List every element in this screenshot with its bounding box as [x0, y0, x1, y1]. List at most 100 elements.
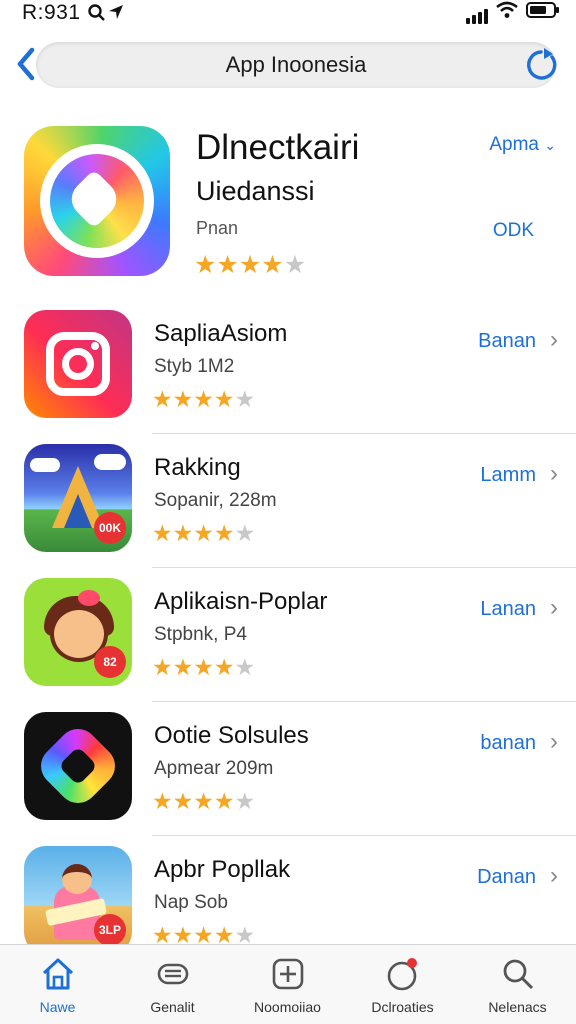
star-filled-icon: ★ [172, 788, 194, 814]
star-filled-icon: ★ [152, 788, 173, 814]
tab-games[interactable]: Genalit [115, 945, 230, 1024]
chevron-left-icon [17, 47, 35, 81]
app-rating: ★★★★★ [152, 788, 255, 815]
home-icon [42, 958, 74, 990]
app-rating: ★★★★★ [152, 654, 255, 681]
app-meta: Sopanir, 228m [154, 490, 277, 511]
list-item[interactable]: 82 Aplikaisn-Poplar Stpbnk, P4 ★★★★★ Lan… [0, 568, 576, 702]
app-badge: 82 [94, 646, 126, 678]
app-badge: 00K [94, 512, 126, 544]
title-bar: App Inoonesia [36, 42, 556, 88]
star-empty-icon: ★ [283, 251, 307, 279]
star-filled-icon: ★ [152, 386, 173, 412]
star-filled-icon: ★ [238, 251, 262, 279]
featured-app-subtitle: Uiedanssi [196, 176, 315, 206]
tab-label: Genalit [150, 999, 195, 1015]
camera-icon [24, 310, 132, 418]
star-filled-icon: ★ [152, 520, 173, 546]
refresh-icon [527, 48, 557, 80]
featured-app-get-button[interactable]: ODK [493, 220, 534, 242]
app-meta: Styb 1M2 [154, 356, 235, 377]
list-item[interactable]: SapliaAsiom Styb 1M2 ★★★★★ Banan › [0, 300, 576, 434]
header: App Inoonesia [0, 34, 576, 94]
star-filled-icon: ★ [261, 251, 284, 279]
star-filled-icon: ★ [172, 520, 194, 546]
status-bar: R:931 [0, 0, 576, 28]
refresh-button[interactable] [522, 46, 560, 84]
wifi-icon [496, 1, 518, 24]
featured-app-rating: ★★★★★ [194, 250, 306, 280]
app-name: Aplikaisn-Poplar [154, 588, 328, 615]
star-filled-icon: ★ [193, 386, 214, 412]
tab-apps[interactable]: Noomoiiao [230, 945, 345, 1024]
tab-label: Dclroaties [371, 999, 434, 1015]
featured-app-action-button[interactable]: Apma ⌄ [489, 134, 556, 156]
chevron-right-icon: › [550, 460, 558, 487]
updates-icon [387, 958, 417, 991]
star-filled-icon: ★ [213, 788, 235, 814]
star-empty-icon: ★ [234, 386, 256, 412]
chevron-right-icon: › [550, 326, 558, 353]
app-action-button[interactable]: Lamm [480, 464, 536, 487]
status-time: R:931 [22, 1, 81, 24]
app-action-button[interactable]: Danan [477, 866, 536, 889]
app-rating: ★★★★★ [152, 386, 255, 413]
chevron-right-icon: › [550, 862, 558, 889]
tab-home[interactable]: Nawe [0, 945, 115, 1024]
star-filled-icon: ★ [172, 654, 194, 680]
tower-game-icon: 00K [24, 444, 132, 552]
apps-icon [272, 958, 304, 990]
app-action-button[interactable]: Lanan [480, 598, 536, 621]
tab-label: Noomoiiao [254, 999, 321, 1015]
app-action-button[interactable]: banan [480, 732, 536, 755]
chevron-down-icon: ⌄ [544, 137, 556, 153]
app-badge: 3LP [94, 914, 126, 946]
star-empty-icon: ★ [234, 654, 256, 680]
app-name: Apbr Popllak [154, 856, 291, 883]
tab-label: Nawe [39, 999, 76, 1015]
list-item[interactable]: Ootie Solsules Apmear 209m ★★★★★ banan › [0, 702, 576, 836]
search-icon [88, 4, 106, 27]
chevron-right-icon: › [550, 728, 558, 755]
kid-reading-icon: 3LP [24, 846, 132, 954]
app-name: Ootie Solsules [154, 722, 309, 749]
app-name: SapliaAsiom [154, 320, 288, 347]
featured-app-icon [24, 126, 170, 276]
app-meta: Stpbnk, P4 [154, 624, 247, 645]
app-meta: Apmear 209m [154, 758, 274, 779]
colorful-shape-icon [24, 712, 132, 820]
star-filled-icon: ★ [172, 386, 194, 412]
featured-app-name: Dlnectkairi [196, 128, 360, 167]
app-rating: ★★★★★ [152, 520, 255, 547]
back-button[interactable] [12, 44, 42, 84]
page-title: App Inoonesia [225, 52, 367, 77]
games-icon [157, 963, 189, 985]
cellular-signal-icon [466, 8, 488, 24]
star-filled-icon: ★ [193, 520, 214, 546]
star-filled-icon: ★ [193, 788, 214, 814]
featured-app[interactable]: Dlnectkairi Uiedanssi Pnan ★★★★★ Apma ⌄ … [0, 118, 576, 288]
tab-updates[interactable]: Dclroaties [345, 945, 460, 1024]
featured-app-category: Pnan [196, 218, 239, 238]
battery-icon [526, 1, 560, 24]
star-filled-icon: ★ [193, 654, 214, 680]
app-action-button[interactable]: Banan [478, 330, 536, 353]
chevron-right-icon: › [550, 594, 558, 621]
star-filled-icon: ★ [216, 251, 239, 279]
app-name: Rakking [154, 454, 241, 481]
tab-bar: Nawe Genalit Noomoiiao Dclroaties Nelena… [0, 944, 576, 1024]
location-arrow-icon [108, 4, 124, 25]
star-filled-icon: ★ [213, 654, 235, 680]
girl-character-icon: 82 [24, 578, 132, 686]
star-filled-icon: ★ [213, 386, 235, 412]
search-icon [503, 959, 534, 990]
star-filled-icon: ★ [152, 654, 173, 680]
tab-search[interactable]: Nelenacs [460, 945, 575, 1024]
tab-label: Nelenacs [488, 999, 547, 1015]
star-empty-icon: ★ [234, 520, 256, 546]
star-empty-icon: ★ [234, 788, 256, 814]
app-meta: Nap Sob [154, 892, 228, 913]
star-filled-icon: ★ [213, 520, 235, 546]
list-item[interactable]: 00K Rakking Sopanir, 228m ★★★★★ Lamm › [0, 434, 576, 568]
star-filled-icon: ★ [194, 251, 217, 279]
